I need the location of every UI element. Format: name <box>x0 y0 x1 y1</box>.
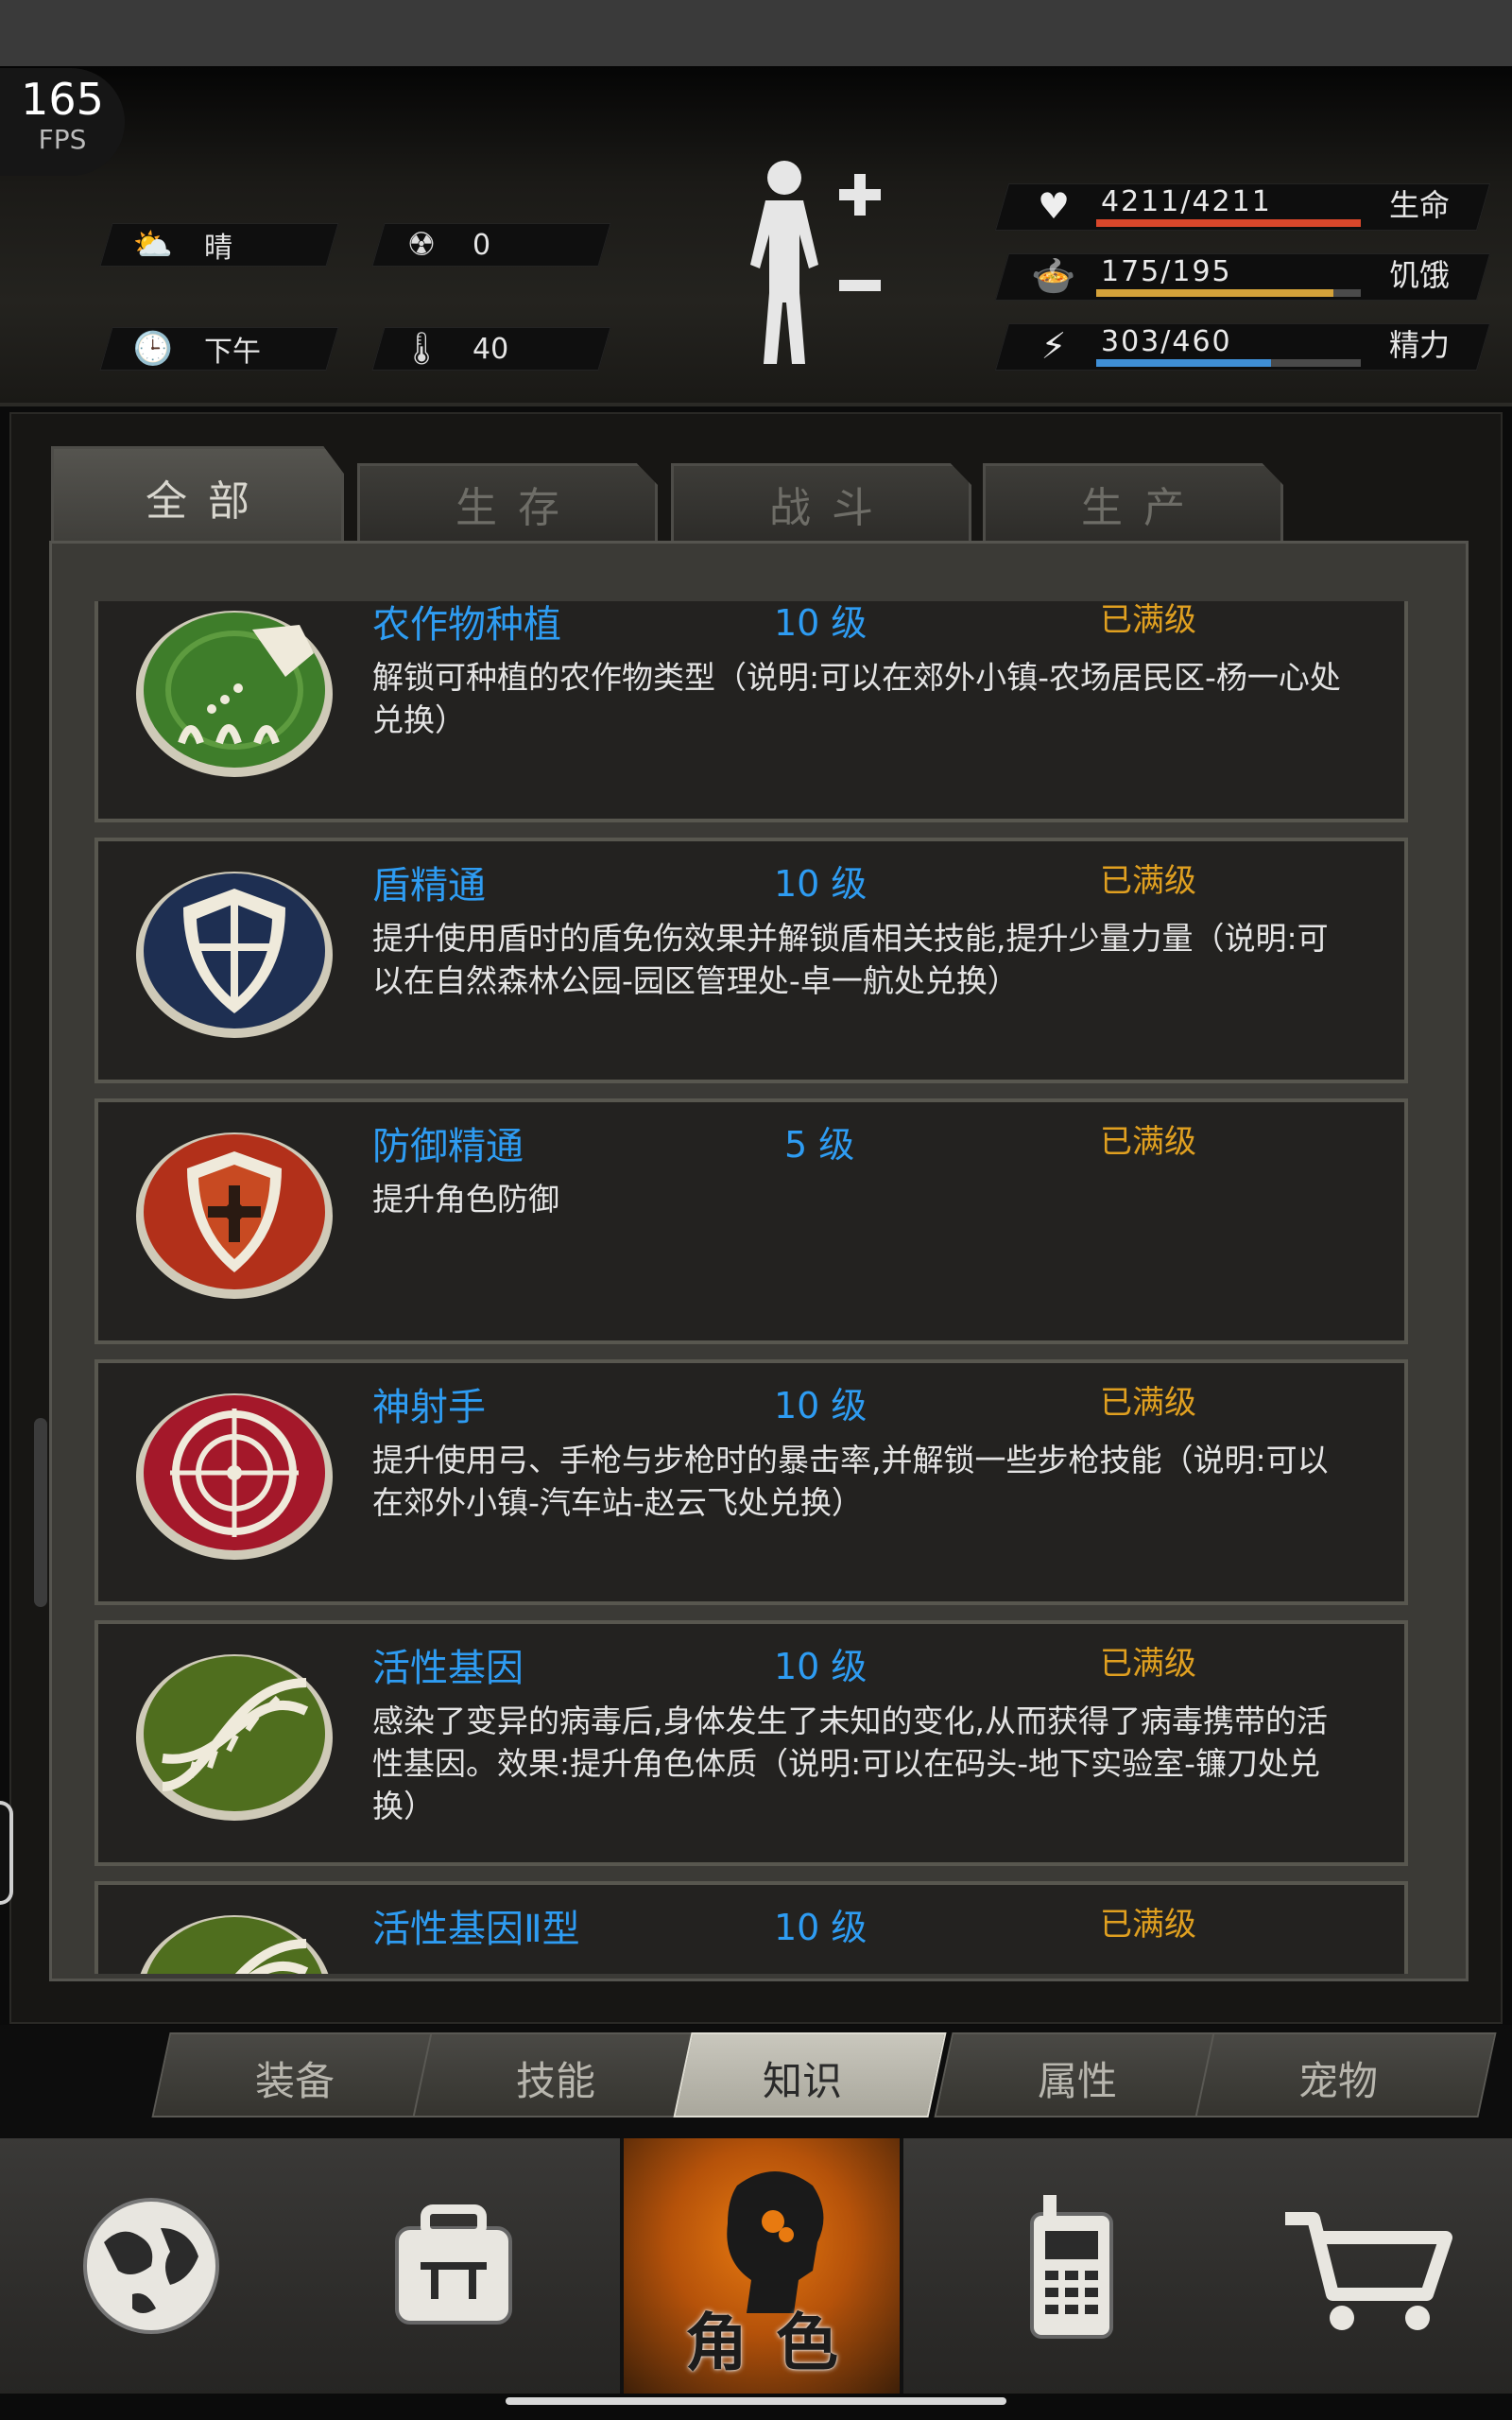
skill-level: 5 级 <box>784 1124 855 1166</box>
hunger-stat: 🍲 175/195 饥饿 <box>994 250 1493 302</box>
home-indicator[interactable] <box>506 2397 1006 2405</box>
nav-character-label: 角色 <box>685 2307 867 2379</box>
tab-survival[interactable]: 生存 <box>357 463 658 541</box>
subtab-attributes-label: 属性 <box>1037 2058 1117 2104</box>
side-drawer-handle[interactable] <box>0 1801 13 1905</box>
skill-description: 提升角色防御 <box>372 1181 559 1218</box>
time-label: 下午 <box>204 336 261 369</box>
walkie-talkie-icon <box>1030 2195 1113 2339</box>
subtab-knowledge-label: 知识 <box>762 2058 842 2104</box>
body-status-button[interactable] <box>728 151 898 388</box>
skill-name: 活性基因Ⅱ型 <box>372 1908 580 1951</box>
radiation-value: 0 <box>472 228 491 262</box>
nav-radio-button[interactable] <box>945 2138 1191 2394</box>
tab-survival-label: 生存 <box>455 483 580 532</box>
radiation-icon: ☢ <box>406 226 437 264</box>
scrollbar-thumb[interactable] <box>34 1418 47 1607</box>
tab-combat[interactable]: 战斗 <box>671 463 971 541</box>
heartbeat-icon: ♥ <box>1037 185 1071 227</box>
hunger-bar <box>1096 289 1334 297</box>
time-chip[interactable]: 🕒 下午 <box>125 327 261 371</box>
fps-counter: 165 FPS <box>0 68 125 176</box>
dna-icon <box>136 1654 333 1821</box>
energy-head-icon: ⚡ <box>1040 325 1067 367</box>
temperature-chip[interactable]: 🌡 40 <box>393 327 508 371</box>
energy-label: 精力 <box>1389 327 1451 363</box>
temperature-value: 40 <box>472 332 509 366</box>
skill-name: 神射手 <box>372 1386 486 1429</box>
radiation-chip[interactable]: ☢ 0 <box>393 223 490 267</box>
skill-status: 已满级 <box>1100 862 1196 900</box>
skill-card[interactable]: 盾精通 10 级 已满级 提升使用盾时的盾免伤效果并解锁盾相关技能,提升少量力量… <box>94 838 1408 1083</box>
food-icon: 🍲 <box>1031 255 1076 297</box>
skill-level: 10 级 <box>774 1907 868 1948</box>
skill-name: 农作物种植 <box>372 603 561 647</box>
tab-production-label: 生产 <box>1081 483 1206 532</box>
hunger-value: 175/195 <box>1101 255 1232 288</box>
weather-label: 晴 <box>204 232 232 265</box>
skill-description: 提升使用弓、手枪与步枪时的暴击率,并解锁一些步枪技能（说明:可以在郊外小镇-汽车… <box>372 1442 1329 1521</box>
skill-description: 感染了变异的病毒后,身体发生了未知的变化,从而获得了病毒携带的活性基因。效果:提… <box>372 1703 1328 1824</box>
health-bar <box>1096 219 1361 227</box>
defense-emblem-icon <box>136 1132 333 1299</box>
thermometer-icon: 🌡 <box>401 330 442 368</box>
human-body-icon <box>750 161 818 364</box>
nav-inventory-button[interactable] <box>331 2138 576 2394</box>
subtab-pets-label: 宠物 <box>1297 2058 1378 2104</box>
skill-card[interactable]: 活性基因Ⅱ型 10 级 已满级 <box>94 1881 1408 1974</box>
skill-level: 10 级 <box>774 1385 868 1426</box>
skill-status: 已满级 <box>1100 601 1196 639</box>
skill-level: 10 级 <box>774 602 868 644</box>
backpack-icon <box>395 2204 512 2325</box>
skill-name: 盾精通 <box>372 864 486 908</box>
fps-value: 165 <box>21 74 104 125</box>
dna-icon <box>140 1915 329 1974</box>
skill-card[interactable]: 神射手 10 级 已满级 提升使用弓、手枪与步枪时的暴击率,并解锁一些步枪技能（… <box>94 1359 1408 1605</box>
skill-description: 解锁可种植的农作物类型（说明:可以在郊外小镇-农场居民区-杨一心处兑换） <box>372 659 1341 738</box>
weather-chip[interactable]: ⛅ 晴 <box>125 223 232 267</box>
skill-status: 已满级 <box>1100 1645 1196 1683</box>
skill-name: 活性基因 <box>372 1647 524 1690</box>
tab-production[interactable]: 生产 <box>983 463 1283 541</box>
health-stat: ♥ 4211/4211 生命 <box>994 180 1493 233</box>
skill-status: 已满级 <box>1100 1384 1196 1422</box>
tab-all[interactable]: 全部 <box>51 446 344 544</box>
nav-world-button[interactable] <box>28 2138 274 2394</box>
nav-shop-button[interactable] <box>1247 2138 1493 2394</box>
fps-label: FPS <box>38 124 87 155</box>
crosshair-target-icon <box>136 1393 333 1560</box>
energy-bar <box>1096 359 1271 367</box>
energy-stat: ⚡ 303/460 精力 <box>994 320 1493 372</box>
clock-icon: 🕒 <box>132 330 174 368</box>
hunger-label: 饥饿 <box>1389 257 1451 293</box>
skill-card[interactable]: 农作物种植 10 级 已满级 解锁可种植的农作物类型（说明:可以在郊外小镇-农场… <box>94 601 1408 822</box>
globe-icon <box>83 2198 219 2334</box>
tab-combat-label: 战斗 <box>769 483 894 532</box>
skill-description: 提升使用盾时的盾免伤效果并解锁盾相关技能,提升少量力量（说明:可以在自然森林公园… <box>372 920 1329 999</box>
subtab-equipment-label: 装备 <box>254 2058 335 2104</box>
plus-icon <box>839 174 881 216</box>
skill-list[interactable]: 农作物种植 10 级 已满级 解锁可种植的农作物类型（说明:可以在郊外小镇-农场… <box>94 601 1408 1974</box>
shield-icon <box>136 872 333 1038</box>
skill-status: 已满级 <box>1100 1906 1196 1944</box>
health-label: 生命 <box>1389 187 1451 223</box>
skill-status: 已满级 <box>1100 1123 1196 1161</box>
skill-card[interactable]: 防御精通 5 级 已满级 提升角色防御 <box>94 1098 1408 1344</box>
minus-icon <box>839 280 881 291</box>
watering-plants-icon <box>136 611 333 777</box>
health-value: 4211/4211 <box>1101 185 1272 218</box>
shopping-cart-icon <box>1285 2212 1452 2330</box>
cloud-sun-icon: ⛅ <box>132 226 174 264</box>
status-strip <box>0 0 1512 66</box>
skill-card[interactable]: 活性基因 10 级 已满级 感染了变异的病毒后,身体发生了未知的变化,从而获得了… <box>94 1620 1408 1866</box>
skill-level: 10 级 <box>774 1646 868 1687</box>
energy-value: 303/460 <box>1101 325 1232 358</box>
skill-level: 10 级 <box>774 863 868 905</box>
tab-all-label: 全部 <box>146 476 270 526</box>
subtab-skills-label: 技能 <box>515 2058 595 2104</box>
skill-name: 防御精通 <box>372 1125 524 1168</box>
